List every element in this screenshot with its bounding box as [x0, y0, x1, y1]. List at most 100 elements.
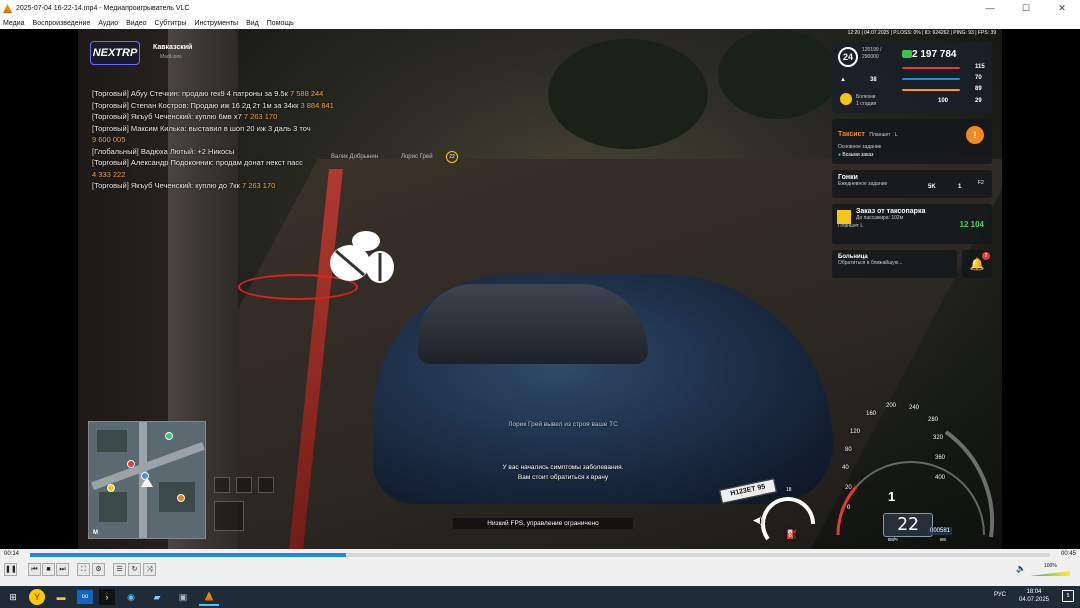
menu-playback[interactable]: Воспроизведение: [33, 20, 91, 27]
folder-icon[interactable]: ▬: [51, 588, 71, 606]
seek-bar[interactable]: [30, 553, 1050, 557]
slot[interactable]: [214, 477, 230, 493]
stop-button[interactable]: ■: [42, 563, 55, 576]
taxi-icon: [837, 210, 851, 224]
car-windshield: [418, 284, 648, 364]
terminal-icon[interactable]: ›: [99, 589, 115, 605]
sound-icon: ◀): [753, 515, 763, 525]
speedo-tick: 360: [935, 455, 946, 461]
extended-settings-button[interactable]: ⚙: [92, 563, 105, 576]
slot[interactable]: [214, 501, 244, 531]
kicked-notice: Лорик Грей вывел из строя ваше ТС: [508, 421, 618, 428]
menu-subtitles[interactable]: Субтитры: [155, 20, 187, 27]
race-reward-money: 5K: [928, 184, 936, 190]
taxi-key: L: [860, 223, 864, 229]
chat-line: [Торговый] Максим Килька: выставил в шоп…: [92, 123, 311, 145]
disease-notice-2: Вам стоит обратиться к врачу: [517, 474, 609, 481]
window-titlebar: 2025-07-04 16-22-14.mp4 - Медиапроигрыва…: [0, 0, 1080, 17]
vlc-taskbar-icon[interactable]: [199, 588, 219, 606]
health-value: 115: [975, 64, 985, 70]
taxi-order-card[interactable]: Заказ от таксопарка До пассажира: 102м П…: [832, 204, 992, 244]
disease-icon: [840, 93, 852, 105]
disease-notice-1: У вас начались симптомы заболевания.: [502, 464, 624, 471]
loop-button[interactable]: ↻: [128, 563, 141, 576]
taskbar: ⊞ Y ▬ oo › ◉ ▰ ▣ РУС 18:04 04.07.2025 5: [0, 586, 1080, 608]
inventory-slots: [214, 477, 294, 541]
odometer: 000581: [928, 527, 953, 535]
level-badge: 24: [838, 47, 858, 67]
window-app-icon[interactable]: ▣: [173, 588, 193, 606]
browser-icon[interactable]: ◉: [121, 588, 141, 606]
playlist-button[interactable]: ☰: [113, 563, 126, 576]
start-icon[interactable]: ⊞: [3, 588, 23, 606]
lang[interactable]: РУС: [994, 591, 1006, 599]
minimap-label: M: [93, 530, 98, 536]
menu-help[interactable]: Помощь: [267, 20, 294, 27]
yandex-icon[interactable]: Y: [29, 589, 45, 605]
name-tag-level: 22: [446, 151, 458, 163]
car-app-icon[interactable]: ▰: [147, 588, 167, 606]
pause-button[interactable]: ❚❚: [4, 563, 17, 576]
chat-line: [Торговый] Абуу Стечкин: продаю гек9 4 п…: [92, 89, 324, 98]
speedo-tick: 80: [845, 447, 852, 453]
fullscreen-button[interactable]: ⛶: [77, 563, 90, 576]
minimap: M: [88, 421, 206, 539]
alert-icon: !: [966, 126, 984, 144]
job-card[interactable]: Таксист Планшет L Основное задание ● Воз…: [832, 119, 992, 164]
notification-icon[interactable]: 5: [1062, 590, 1074, 602]
slot[interactable]: [236, 477, 252, 493]
tree: [718, 29, 838, 119]
maximize-button[interactable]: ☐: [1008, 0, 1044, 17]
hospital-card[interactable]: Больница Обратиться в ближайшую...: [832, 250, 957, 278]
race-card[interactable]: Гонки Ежедневное задание 5K 1 F2: [832, 170, 992, 198]
slot[interactable]: [258, 477, 274, 493]
menu-video[interactable]: Видео: [126, 20, 146, 27]
menu-media[interactable]: Медиа: [3, 20, 25, 27]
gear: 1: [888, 489, 896, 504]
ammo-value: 100: [938, 98, 949, 104]
job-task: Возьми заказ: [842, 152, 874, 158]
clock-time: 18:04: [1026, 589, 1042, 595]
disease-stage: 1 стадия: [856, 101, 877, 107]
race-title: Гонки: [838, 174, 858, 181]
shuffle-button[interactable]: ⤨: [143, 563, 156, 576]
volume-slider[interactable]: 100%: [1030, 563, 1070, 576]
player-arrow-icon: [141, 477, 153, 487]
speedo-tick: 20: [845, 485, 852, 491]
hunger-bar: [902, 78, 960, 80]
speedo-tick: 200: [886, 403, 897, 409]
chat-line: [Глобальный] Вадюха Лютый: +2 Никосы: [92, 146, 235, 156]
player-controls: 00:14 00:45 ❚❚ ⏮ ■ ⏭ ⛶ ⚙ ☰ ↻ ⤨ 100% 🔈: [0, 549, 1080, 586]
bell-badge: 2: [982, 252, 990, 260]
server-logo: NEXTRP: [90, 41, 140, 65]
pills-icon: [330, 231, 394, 283]
speedo-tick: 240: [909, 405, 920, 411]
money: 2 197 784: [912, 49, 957, 60]
close-button[interactable]: ✕: [1044, 0, 1080, 17]
server-sub: MadLions: [160, 54, 182, 60]
chat-box: [Торговый] Абуу Стечкин: продаю гек9 4 п…: [92, 88, 432, 192]
job-tag: Планшет: [869, 132, 891, 138]
map-blip: [165, 432, 173, 440]
window-title: 2025-07-04 16-22-14.mp4 - Медиапроигрыва…: [16, 5, 190, 12]
prev-button[interactable]: ⏮: [28, 563, 41, 576]
menu-view[interactable]: Вид: [246, 20, 259, 27]
race-reward-coin: 1: [958, 184, 962, 190]
race-sub: Ежедневное задание: [838, 181, 888, 187]
menu-audio[interactable]: Аудио: [98, 20, 118, 27]
seek-fill: [30, 553, 347, 557]
app-icon[interactable]: oo: [77, 590, 93, 604]
clock[interactable]: 18:04 04.07.2025: [1014, 588, 1054, 604]
menu-tools[interactable]: Инструменты: [194, 20, 238, 27]
time-current: 00:14: [4, 551, 20, 557]
armor-bar: [902, 89, 960, 91]
taxi-amount: 12 104: [959, 220, 984, 229]
speaker-icon[interactable]: 🔈: [1016, 564, 1026, 573]
video-area[interactable]: Н123ЕТ 95 Валик Добрынин Лорис Грей 22 N…: [0, 29, 1080, 549]
next-button[interactable]: ⏭: [56, 563, 69, 576]
minimize-button[interactable]: —: [972, 0, 1008, 17]
speedo-tick: 120: [850, 429, 861, 435]
chat-line: [Торговый] Степан Костров: Продаю иж 16 …: [92, 100, 334, 110]
task-dot-icon: ●: [838, 152, 842, 158]
speedo-tick: 160: [866, 411, 877, 417]
